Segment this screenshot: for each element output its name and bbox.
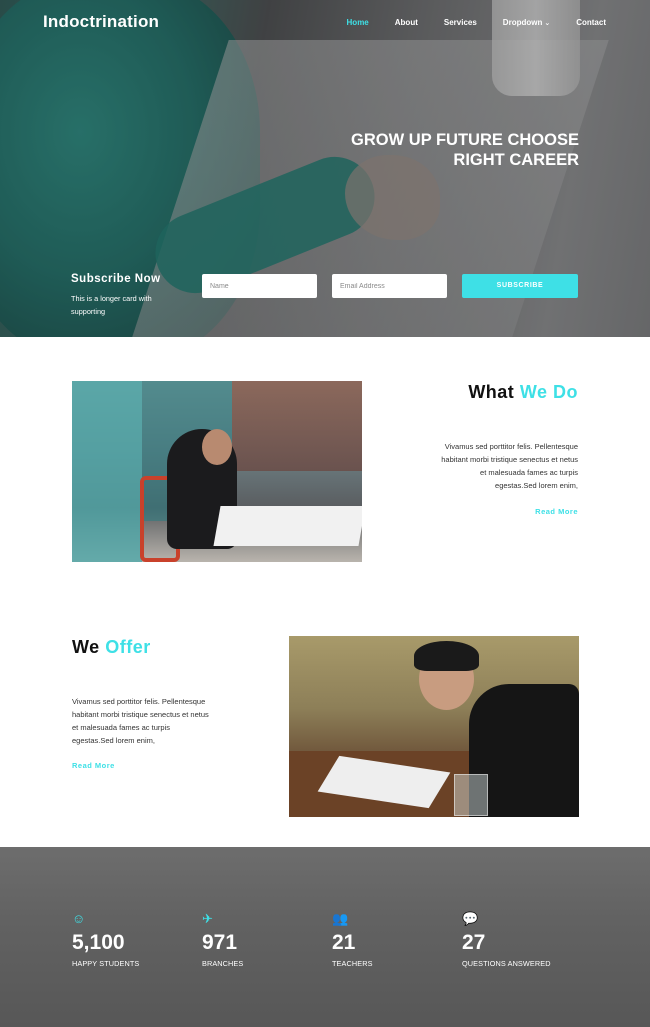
stat-value: 27 xyxy=(462,931,486,954)
chevron-down-icon: ⌄ xyxy=(544,20,551,27)
nav-item-contact[interactable]: Contact xyxy=(576,18,606,27)
we-offer-title-accent: Offer xyxy=(105,637,151,657)
name-input[interactable] xyxy=(202,274,317,298)
photo-face xyxy=(202,429,232,465)
stat-value: 21 xyxy=(332,931,356,954)
brand-logo[interactable]: Indoctrination xyxy=(43,12,159,32)
what-we-do-read-more-link[interactable]: Read More xyxy=(535,507,578,516)
subscribe-text: This is a longer card with supporting xyxy=(71,294,152,316)
photo-student-hair xyxy=(414,641,479,671)
nav-menu: Home About Services Dropdown ⌄ Contact xyxy=(321,18,606,27)
photo-wall xyxy=(72,381,142,562)
users-icon: 👥 xyxy=(332,911,349,926)
photo-buildings xyxy=(232,381,362,471)
nav-item-dropdown[interactable]: Dropdown ⌄ xyxy=(503,18,550,27)
what-we-do-paragraph: Vivamus sed porttitor felis. Pellentesqu… xyxy=(441,442,578,490)
smile-icon: ☺ xyxy=(72,911,86,926)
stat-label: TEACHERS xyxy=(332,959,373,968)
what-we-do-image xyxy=(72,381,362,562)
stat-value: 5,100 xyxy=(72,931,125,954)
subscribe-title: Subscribe Now xyxy=(71,273,161,285)
comments-icon: 💬 xyxy=(462,911,479,926)
hero-title-line1: GROW UP FUTURE CHOOSE xyxy=(351,131,579,149)
stat-label: BRANCHES xyxy=(202,959,244,968)
stats-section: ☺ 5,100 HAPPY STUDENTS ✈ 971 BRANCHES 👥 … xyxy=(0,847,650,1027)
photo-glass xyxy=(454,774,488,816)
nav-item-about[interactable]: About xyxy=(395,18,418,27)
hero-title-line2: RIGHT CAREER xyxy=(453,151,579,169)
stat-label: QUESTIONS ANSWERED xyxy=(462,959,551,968)
nav-item-home[interactable]: Home xyxy=(347,18,369,27)
what-we-do-title-plain: What xyxy=(468,382,515,402)
we-offer-read-more-link[interactable]: Read More xyxy=(72,761,115,770)
what-we-do-title-accent: We Do xyxy=(519,382,578,402)
we-offer-title: We Offer xyxy=(72,637,151,658)
subscribe-button[interactable]: SUBSCRIBE xyxy=(462,274,578,298)
we-offer-title-plain: We xyxy=(72,637,100,657)
top-navbar: Indoctrination Home About Services Dropd… xyxy=(0,0,650,46)
we-offer-image xyxy=(289,636,579,817)
nav-item-dropdown-label: Dropdown xyxy=(502,18,543,27)
hero-banner: Indoctrination Home About Services Dropd… xyxy=(0,0,650,337)
email-input[interactable] xyxy=(332,274,447,298)
photo-table xyxy=(213,506,362,546)
hero-title: GROW UP FUTURE CHOOSE RIGHT CAREER xyxy=(351,130,579,170)
stat-value: 971 xyxy=(202,931,238,954)
we-offer-paragraph: Vivamus sed porttitor felis. Pellentesqu… xyxy=(72,697,209,745)
stat-label: HAPPY STUDENTS xyxy=(72,959,140,968)
what-we-do-title: What We Do xyxy=(468,382,578,403)
nav-item-services[interactable]: Services xyxy=(444,18,477,27)
plane-icon: ✈ xyxy=(202,911,213,926)
